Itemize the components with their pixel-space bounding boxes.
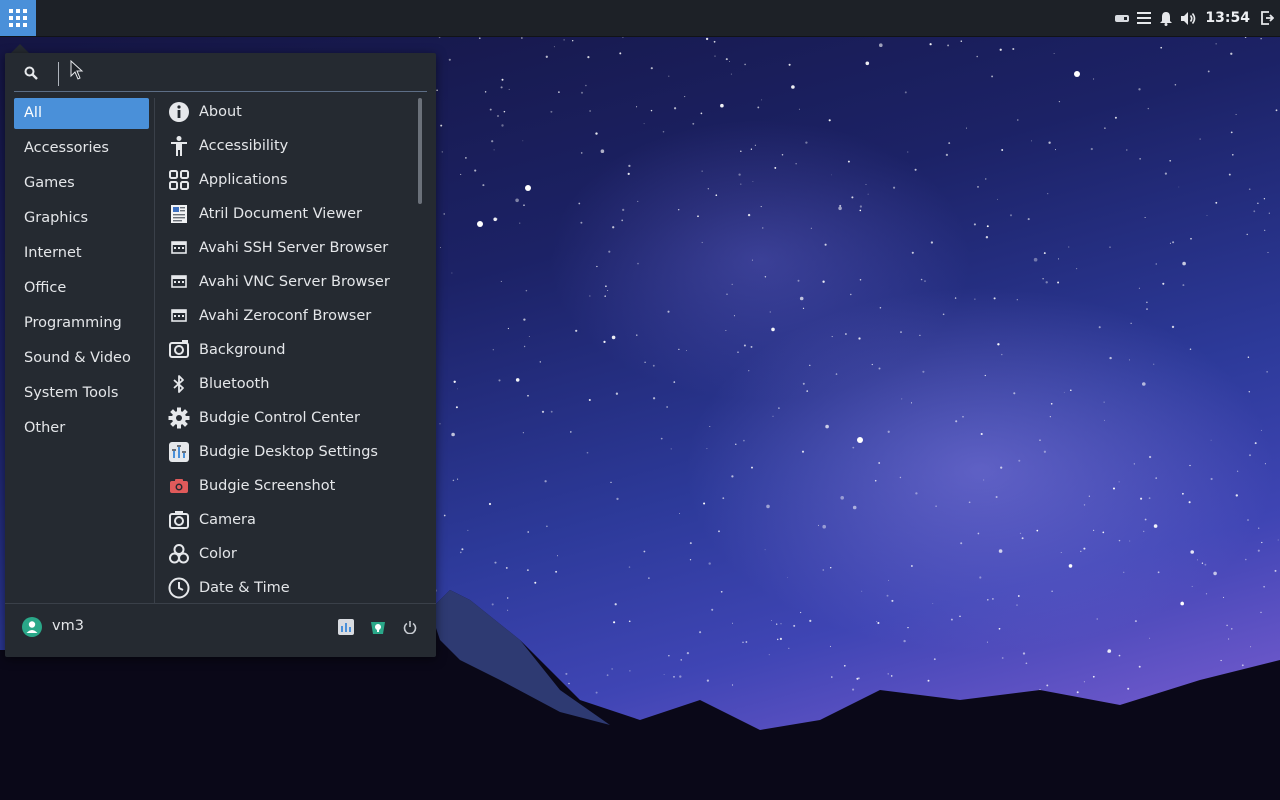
app-label: Budgie Control Center xyxy=(199,410,360,426)
network-window-icon xyxy=(168,271,190,293)
column-divider xyxy=(154,98,155,603)
accessibility-icon xyxy=(168,135,190,157)
search-input[interactable] xyxy=(58,62,427,86)
bell-icon[interactable] xyxy=(1155,7,1177,29)
category-graphics[interactable]: Graphics xyxy=(14,203,149,234)
software-icon xyxy=(371,622,385,634)
settings-icon xyxy=(338,619,354,635)
app-item-avahi-zeroconf[interactable]: Avahi Zeroconf Browser xyxy=(160,299,418,333)
app-item-avahi-ssh[interactable]: Avahi SSH Server Browser xyxy=(160,231,418,265)
category-system-tools[interactable]: System Tools xyxy=(14,378,149,409)
logout-icon[interactable] xyxy=(1256,7,1278,29)
app-item-date-time[interactable]: Date & Time xyxy=(160,571,418,603)
app-label: Accessibility xyxy=(199,138,289,154)
app-item-accessibility[interactable]: Accessibility xyxy=(160,129,418,163)
app-label: Color xyxy=(199,546,237,562)
app-label: Applications xyxy=(199,172,288,188)
clock-icon xyxy=(168,577,190,599)
mouse-cursor xyxy=(70,60,84,80)
gear-icon xyxy=(168,407,190,429)
applications-grid-icon xyxy=(168,169,190,191)
menu-pointer xyxy=(11,44,29,53)
app-list: About Accessibility Applications Atril D… xyxy=(160,95,418,603)
app-label: Avahi VNC Server Browser xyxy=(199,274,390,290)
app-item-bluetooth[interactable]: Bluetooth xyxy=(160,367,418,401)
app-grid-icon xyxy=(9,9,27,27)
app-label: Atril Document Viewer xyxy=(199,206,362,222)
app-menu-button[interactable] xyxy=(0,0,36,36)
app-item-atril[interactable]: Atril Document Viewer xyxy=(160,197,418,231)
app-item-avahi-vnc[interactable]: Avahi VNC Server Browser xyxy=(160,265,418,299)
app-label: Bluetooth xyxy=(199,376,270,392)
menu-footer: vm3 xyxy=(5,604,436,657)
app-item-color[interactable]: Color xyxy=(160,537,418,571)
category-accessories[interactable]: Accessories xyxy=(14,133,149,164)
app-label: Avahi SSH Server Browser xyxy=(199,240,389,256)
app-label: About xyxy=(199,104,242,120)
network-window-icon xyxy=(168,237,190,259)
bluetooth-icon xyxy=(168,373,190,395)
power-icon xyxy=(403,621,417,634)
camera-icon xyxy=(168,509,190,531)
settings-button[interactable] xyxy=(336,617,356,637)
power-button[interactable] xyxy=(400,617,420,637)
volume-icon[interactable] xyxy=(1177,7,1199,29)
background-icon xyxy=(168,339,190,361)
app-item-budgie-screenshot[interactable]: Budgie Screenshot xyxy=(160,469,418,503)
app-item-budgie-desktop-settings[interactable]: Budgie Desktop Settings xyxy=(160,435,418,469)
screenshot-camera-icon xyxy=(168,475,190,497)
category-programming[interactable]: Programming xyxy=(14,308,149,339)
user-avatar-icon[interactable] xyxy=(22,617,42,637)
category-other[interactable]: Other xyxy=(14,413,149,444)
color-icon xyxy=(168,543,190,565)
desktop: 13:54 All Accessories Games Graphics Int… xyxy=(0,0,1280,800)
app-item-budgie-control-center[interactable]: Budgie Control Center xyxy=(160,401,418,435)
network-window-icon xyxy=(168,305,190,327)
document-viewer-icon xyxy=(168,203,190,225)
app-label: Avahi Zeroconf Browser xyxy=(199,308,372,324)
app-label: Budgie Desktop Settings xyxy=(199,444,378,460)
top-panel: 13:54 xyxy=(0,0,1280,37)
category-all[interactable]: All xyxy=(14,98,149,129)
info-icon xyxy=(168,101,190,123)
user-name[interactable]: vm3 xyxy=(52,618,84,634)
drive-icon[interactable] xyxy=(1111,7,1133,29)
app-label: Camera xyxy=(199,512,256,528)
app-list-scrollbar[interactable] xyxy=(418,98,422,204)
software-button[interactable] xyxy=(368,617,388,637)
category-list: All Accessories Games Graphics Internet … xyxy=(14,98,149,448)
system-tray: 13:54 xyxy=(1111,0,1280,36)
clock[interactable]: 13:54 xyxy=(1205,10,1250,26)
app-label: Background xyxy=(199,342,286,358)
app-item-applications[interactable]: Applications xyxy=(160,163,418,197)
app-menu: All Accessories Games Graphics Internet … xyxy=(5,53,436,657)
category-games[interactable]: Games xyxy=(14,168,149,199)
desktop-settings-icon xyxy=(168,441,190,463)
app-label: Budgie Screenshot xyxy=(199,478,336,494)
app-item-camera[interactable]: Camera xyxy=(160,503,418,537)
category-internet[interactable]: Internet xyxy=(14,238,149,269)
category-office[interactable]: Office xyxy=(14,273,149,304)
app-label: Date & Time xyxy=(199,580,290,596)
notifications-list-icon[interactable] xyxy=(1133,7,1155,29)
app-item-about[interactable]: About xyxy=(160,95,418,129)
category-sound-video[interactable]: Sound & Video xyxy=(14,343,149,374)
search-icon xyxy=(24,66,38,80)
app-item-background[interactable]: Background xyxy=(160,333,418,367)
